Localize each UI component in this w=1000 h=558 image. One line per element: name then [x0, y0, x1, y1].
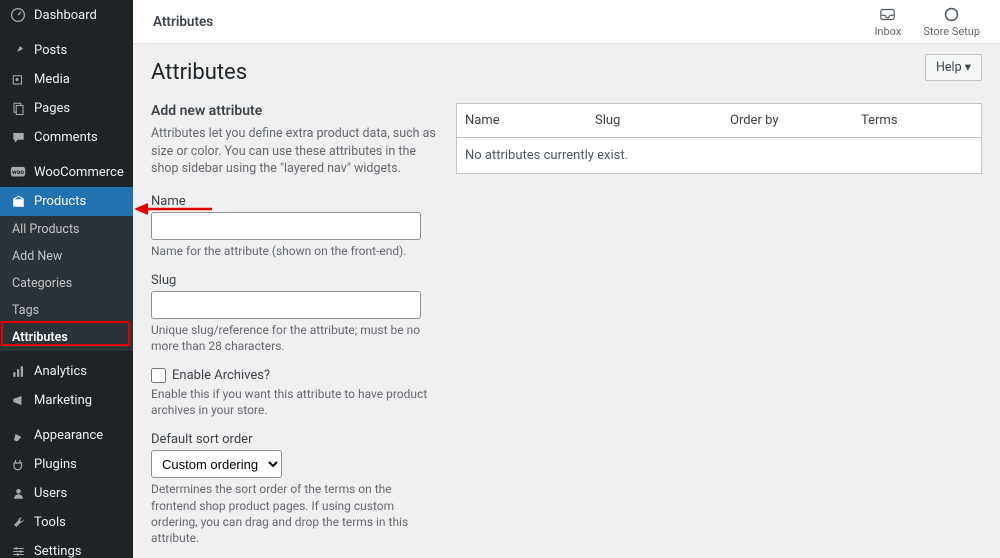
col-orderby[interactable]: Order by [722, 104, 853, 137]
woocommerce-icon: woo [9, 166, 27, 179]
sidebar-item-label: Comments [34, 130, 98, 145]
sidebar-item-label: Appearance [34, 428, 103, 443]
sidebar-item-analytics[interactable]: Analytics [0, 357, 133, 386]
sidebar-item-marketing[interactable]: Marketing [0, 386, 133, 415]
media-icon [9, 72, 27, 87]
sidebar-item-label: Analytics [34, 364, 87, 379]
slug-help: Unique slug/reference for the attribute;… [151, 322, 438, 354]
comments-icon [9, 130, 27, 145]
sidebar-item-label: Settings [34, 544, 81, 558]
enable-archives-checkbox[interactable] [151, 368, 166, 383]
sidebar-item-label: Plugins [34, 457, 77, 472]
attributes-table: Name Slug Order by Terms No attributes c… [456, 103, 982, 174]
svg-text:woo: woo [12, 168, 24, 176]
sidebar-item-label: Products [34, 194, 86, 209]
appearance-icon [9, 428, 27, 443]
settings-icon [9, 544, 27, 558]
pages-icon [9, 101, 27, 116]
sidebar-item-media[interactable]: Media [0, 65, 133, 94]
sort-order-select[interactable]: Custom ordering [151, 450, 282, 478]
sort-order-label: Default sort order [151, 432, 438, 447]
dashboard-icon [9, 7, 27, 23]
sidebar-subitem-tags[interactable]: Tags [0, 297, 133, 324]
sidebar-item-settings[interactable]: Settings [0, 537, 133, 558]
store-setup-label: Store Setup [923, 25, 980, 38]
sidebar-item-label: Pages [34, 101, 70, 116]
slug-label: Slug [151, 273, 438, 288]
form-intro: Attributes let you define extra product … [151, 125, 438, 178]
sidebar-item-label: Tools [34, 515, 66, 530]
topbar-title: Attributes [153, 14, 213, 30]
pin-icon [9, 43, 27, 58]
store-setup-button[interactable]: Store Setup [923, 5, 980, 38]
plugins-icon [9, 457, 27, 472]
admin-sidebar: Dashboard Posts Media Pages Comments woo… [0, 0, 133, 558]
sidebar-item-label: Posts [34, 43, 67, 58]
sidebar-subitem-all-products[interactable]: All Products [0, 216, 133, 243]
analytics-icon [9, 364, 27, 379]
sidebar-item-plugins[interactable]: Plugins [0, 450, 133, 479]
sidebar-item-label: Dashboard [34, 8, 97, 23]
table-header-row: Name Slug Order by Terms [457, 104, 981, 138]
sidebar-item-label: WooCommerce [34, 165, 124, 180]
col-name[interactable]: Name [457, 104, 587, 137]
sidebar-subitem-add-new[interactable]: Add New [0, 243, 133, 270]
inbox-button[interactable]: Inbox [874, 5, 901, 38]
sidebar-item-users[interactable]: Users [0, 479, 133, 508]
sidebar-item-products[interactable]: Products [0, 187, 133, 216]
sidebar-item-label: Marketing [34, 393, 92, 408]
marketing-icon [9, 393, 27, 408]
setup-progress-icon [943, 5, 961, 23]
sort-order-help: Determines the sort order of the terms o… [151, 481, 438, 546]
sidebar-item-label: Media [34, 72, 70, 87]
sidebar-item-woocommerce[interactable]: woo WooCommerce [0, 158, 133, 187]
enable-archives-help: Enable this if you want this attribute t… [151, 386, 438, 418]
users-icon [9, 486, 27, 501]
sidebar-item-comments[interactable]: Comments [0, 123, 133, 152]
sidebar-subitem-attributes[interactable]: Attributes [0, 324, 133, 351]
help-dropdown[interactable]: Help ▾ [925, 54, 982, 81]
slug-input[interactable] [151, 291, 421, 319]
sidebar-item-label: Users [34, 486, 67, 501]
name-help: Name for the attribute (shown on the fro… [151, 243, 438, 259]
add-attribute-form: Add new attribute Attributes let you def… [151, 103, 438, 558]
sidebar-subitem-categories[interactable]: Categories [0, 270, 133, 297]
sidebar-item-tools[interactable]: Tools [0, 508, 133, 537]
page-title: Attributes [151, 60, 982, 85]
sidebar-item-posts[interactable]: Posts [0, 36, 133, 65]
topbar: Attributes Inbox Store Setup [133, 0, 1000, 44]
col-terms[interactable]: Terms [853, 104, 981, 137]
sidebar-item-pages[interactable]: Pages [0, 94, 133, 123]
products-icon [9, 194, 27, 209]
name-label: Name [151, 194, 438, 209]
inbox-label: Inbox [874, 25, 901, 38]
col-slug[interactable]: Slug [587, 104, 722, 137]
table-empty-message: No attributes currently exist. [457, 138, 981, 173]
enable-archives-label: Enable Archives? [172, 368, 270, 383]
name-input[interactable] [151, 212, 421, 240]
tools-icon [9, 515, 27, 530]
form-heading: Add new attribute [151, 103, 438, 119]
inbox-icon [879, 5, 897, 23]
sidebar-item-dashboard[interactable]: Dashboard [0, 0, 133, 30]
sidebar-item-appearance[interactable]: Appearance [0, 421, 133, 450]
